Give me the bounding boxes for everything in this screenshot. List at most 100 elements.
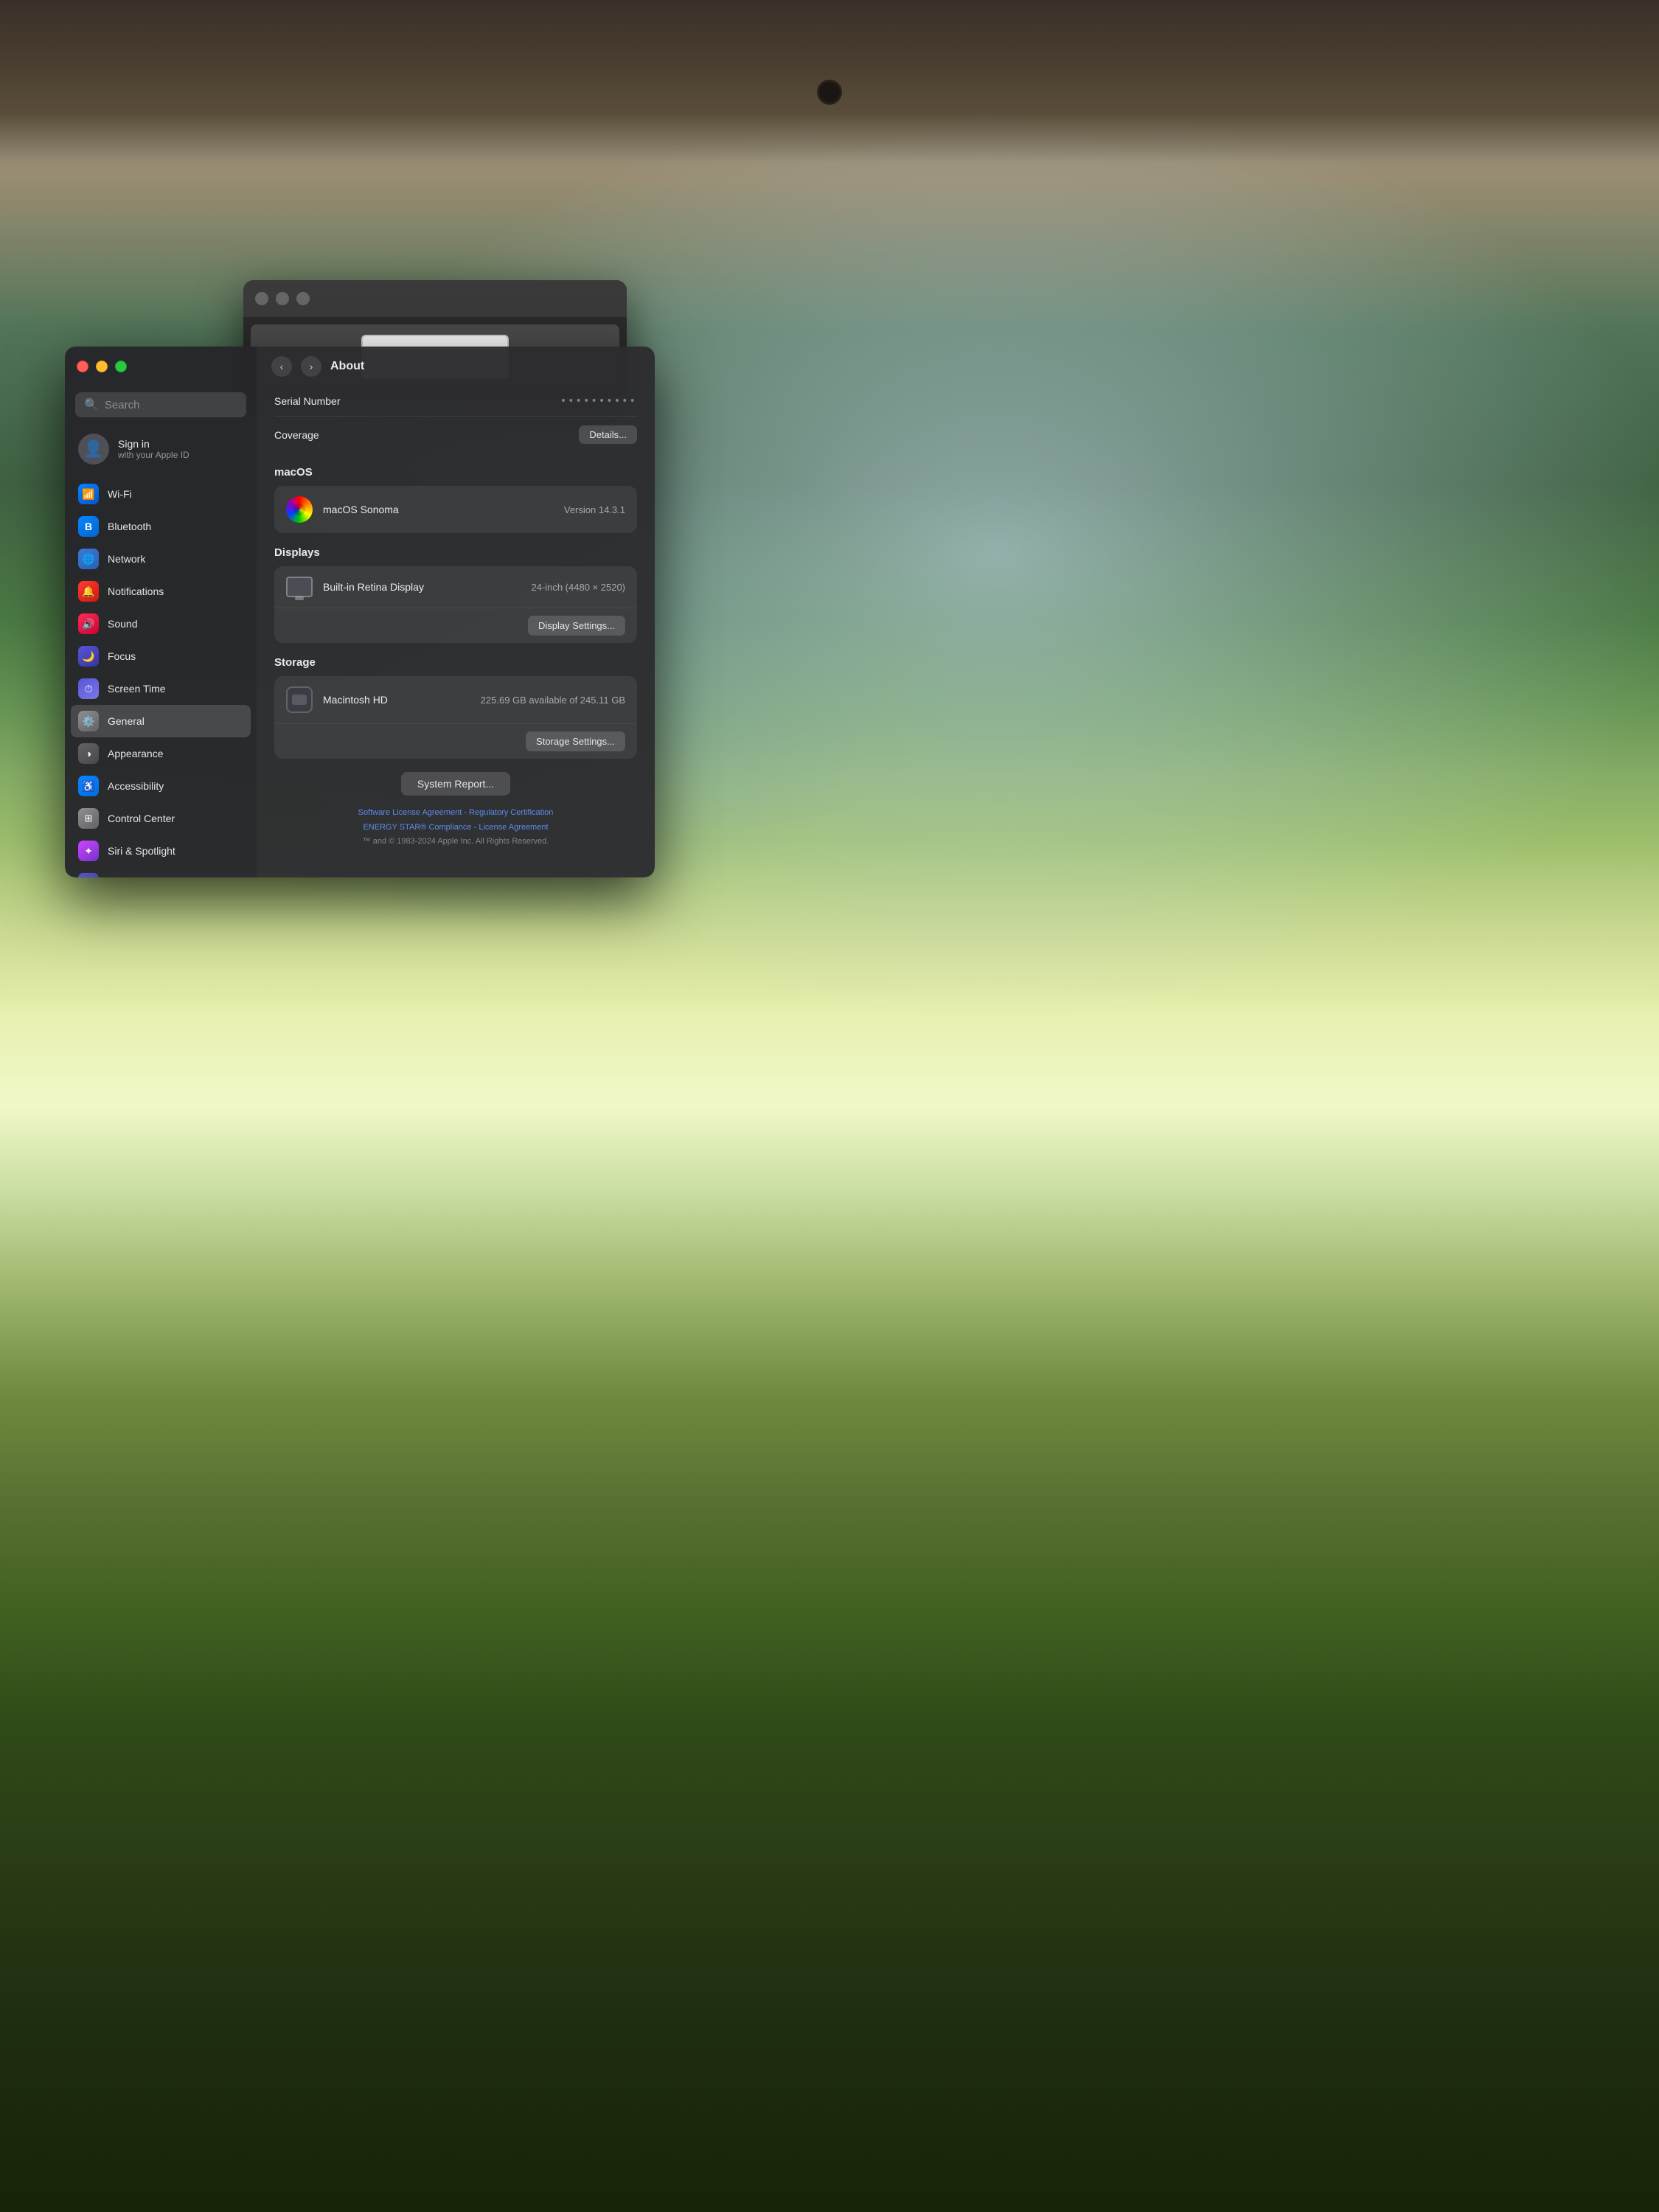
license-agreement-link[interactable]: License Agreement: [479, 823, 548, 832]
main-content: ‹ › About Serial Number •••••••••• Cover…: [257, 347, 655, 877]
displays-section-header: Displays: [274, 546, 637, 559]
bg-dot-2: [276, 292, 289, 305]
display-info: Built-in Retina Display: [323, 581, 521, 593]
sidebar-label-screentime: Screen Time: [108, 683, 166, 695]
sidebar-label-accessibility: Accessibility: [108, 780, 164, 792]
content-titlebar: ‹ › About: [257, 347, 655, 386]
sidebar-content: 👤 Sign in with your Apple ID 📶 Wi-Fi: [65, 426, 257, 877]
sidebar-item-focus[interactable]: 🌙 Focus: [71, 640, 251, 672]
wifi-icon: 📶: [78, 484, 99, 504]
sidebar-label-controlcenter: Control Center: [108, 813, 175, 824]
system-preferences-window: 🔍 Search 👤 Sign in with your Apple ID: [65, 347, 655, 877]
bluetooth-icon: B: [78, 516, 99, 537]
sidebar-label-notifications: Notifications: [108, 585, 164, 597]
accessibility-icon: ♿: [78, 776, 99, 796]
sidebar-item-sound[interactable]: 🔊 Sound: [71, 608, 251, 640]
sign-in-text: Sign in with your Apple ID: [118, 438, 189, 460]
macos-row: macOS Sonoma Version 14.3.1: [274, 486, 637, 533]
macos-section-header: macOS: [274, 466, 637, 479]
sidebar-item-controlcenter[interactable]: ⊞ Control Center: [71, 802, 251, 835]
display-name: Built-in Retina Display: [323, 581, 521, 593]
camera-dot: [819, 82, 840, 102]
focus-icon: 🌙: [78, 646, 99, 667]
display-row: Built-in Retina Display 24-inch (4480 × …: [274, 566, 637, 608]
close-button[interactable]: [77, 361, 88, 372]
monitor-bezel: [0, 0, 1659, 162]
sidebar-item-wifi[interactable]: 📶 Wi-Fi: [71, 478, 251, 510]
coverage-details-button[interactable]: Details...: [579, 425, 637, 444]
controlcenter-icon: ⊞: [78, 808, 99, 829]
energy-star-link[interactable]: ENERGY STAR® Compliance: [363, 823, 471, 832]
storage-card: Macintosh HD 225.69 GB available of 245.…: [274, 676, 637, 759]
notifications-icon: 🔔: [78, 581, 99, 602]
bg-dot-3: [296, 292, 310, 305]
forward-button[interactable]: ›: [301, 356, 321, 377]
storage-info: Macintosh HD: [323, 694, 470, 706]
display-spec: 24-inch (4480 × 2520): [531, 582, 625, 593]
content-body: Serial Number •••••••••• Coverage Detail…: [257, 386, 655, 877]
sign-in-row[interactable]: 👤 Sign in with your Apple ID: [71, 426, 251, 472]
avatar: 👤: [78, 434, 109, 465]
storage-available: 225.69 GB available of 245.11 GB: [481, 695, 625, 706]
sidebar-item-bluetooth[interactable]: B Bluetooth: [71, 510, 251, 543]
software-license-link[interactable]: Software License Agreement: [358, 808, 462, 817]
back-button[interactable]: ‹: [271, 356, 292, 377]
sidebar-item-screentime[interactable]: ⏱ Screen Time: [71, 672, 251, 705]
macos-card: macOS Sonoma Version 14.3.1: [274, 486, 637, 533]
sidebar-label-wifi: Wi-Fi: [108, 488, 132, 500]
sidebar-label-general: General: [108, 715, 145, 727]
storage-icon-inner: [292, 695, 307, 705]
macos-icon: [286, 496, 313, 523]
system-report-button[interactable]: System Report...: [401, 772, 510, 796]
screentime-icon: ⏱: [78, 678, 99, 699]
search-icon: 🔍: [84, 397, 99, 412]
display-settings-button[interactable]: Display Settings...: [528, 616, 625, 636]
macos-name: macOS Sonoma: [323, 504, 554, 515]
appearance-icon: ◑: [78, 743, 99, 764]
page-title: About: [330, 360, 364, 373]
macos-version: Version 14.3.1: [564, 504, 625, 515]
sidebar-item-siri[interactable]: ✦ Siri & Spotlight: [71, 835, 251, 867]
footer-copyright: ™ and © 1983-2024 Apple Inc. All Rights …: [274, 837, 637, 846]
sidebar-label-appearance: Appearance: [108, 748, 164, 759]
search-placeholder: Search: [105, 399, 140, 411]
bg-dot-1: [255, 292, 268, 305]
privacy-icon: 🔒: [78, 873, 99, 877]
storage-settings-row: Storage Settings...: [274, 724, 637, 759]
sidebar-item-network[interactable]: 🌐 Network: [71, 543, 251, 575]
sidebar-label-network: Network: [108, 553, 145, 565]
sidebar-label-focus: Focus: [108, 650, 136, 662]
sidebar-label-bluetooth: Bluetooth: [108, 521, 151, 532]
network-icon: 🌐: [78, 549, 99, 569]
storage-icon: [286, 686, 313, 713]
sound-icon: 🔊: [78, 613, 99, 634]
sidebar-item-accessibility[interactable]: ♿ Accessibility: [71, 770, 251, 802]
general-icon: ⚙️: [78, 711, 99, 731]
macos-info: macOS Sonoma: [323, 504, 554, 515]
sidebar-item-general[interactable]: ⚙️ General: [71, 705, 251, 737]
coverage-row: Coverage Details...: [274, 417, 637, 453]
displays-card: Built-in Retina Display 24-inch (4480 × …: [274, 566, 637, 643]
sign-in-subtitle: with your Apple ID: [118, 450, 189, 460]
sign-in-title: Sign in: [118, 438, 189, 450]
display-icon: [286, 577, 313, 597]
serial-number-row: Serial Number ••••••••••: [274, 386, 637, 417]
coverage-label: Coverage: [274, 429, 319, 441]
sidebar-item-appearance[interactable]: ◑ Appearance: [71, 737, 251, 770]
siri-icon: ✦: [78, 841, 99, 861]
sidebar-label-siri: Siri & Spotlight: [108, 845, 175, 857]
system-report-row: System Report...: [274, 772, 637, 796]
serial-value: ••••••••••: [560, 395, 637, 407]
storage-name: Macintosh HD: [323, 694, 470, 706]
sidebar-item-notifications[interactable]: 🔔 Notifications: [71, 575, 251, 608]
search-bar[interactable]: 🔍 Search: [75, 392, 246, 417]
sidebar: 🔍 Search 👤 Sign in with your Apple ID: [65, 347, 257, 877]
storage-section-header: Storage: [274, 656, 637, 669]
regulatory-cert-link[interactable]: Regulatory Certification: [469, 808, 553, 817]
bg-window-titlebar: [243, 280, 627, 317]
footer-links: Software License Agreement - Regulatory …: [274, 806, 637, 835]
storage-settings-button[interactable]: Storage Settings...: [526, 731, 625, 751]
maximize-button[interactable]: [115, 361, 127, 372]
sidebar-item-privacy[interactable]: 🔒 Privacy & Security: [71, 867, 251, 877]
minimize-button[interactable]: [96, 361, 108, 372]
